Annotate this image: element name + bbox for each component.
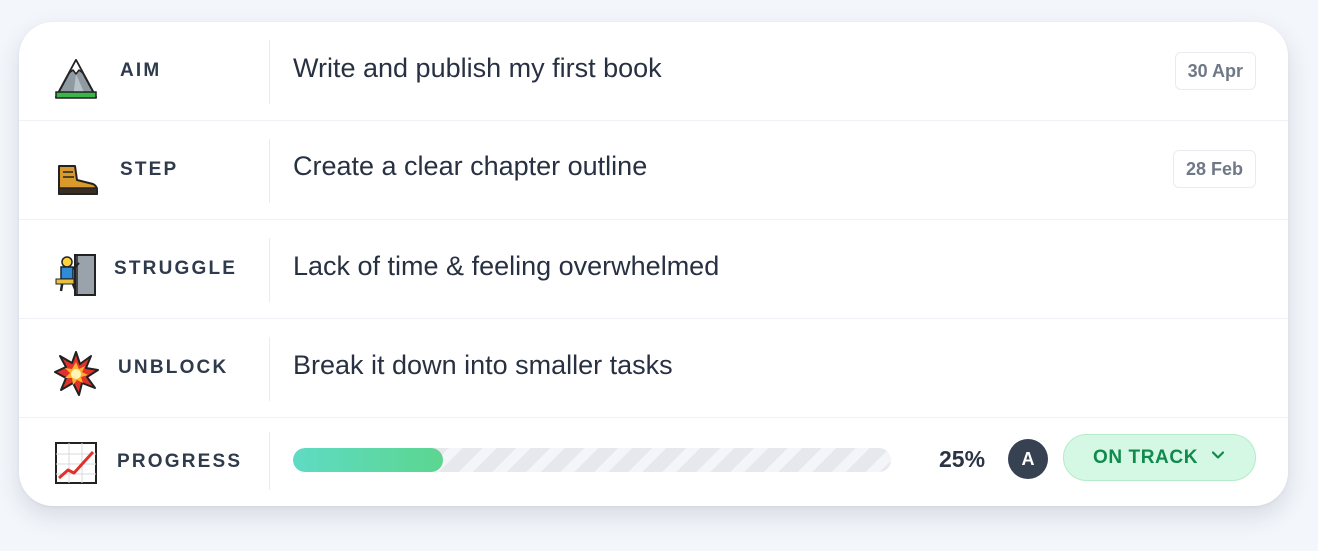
- struggle-row[interactable]: STRUGGLE Lack of time & feeling overwhel…: [19, 220, 1288, 319]
- divider: [269, 432, 270, 490]
- aim-date-badge[interactable]: 30 Apr: [1174, 52, 1256, 90]
- chart-increasing-icon: [53, 440, 99, 486]
- progress-label: PROGRESS: [117, 451, 243, 472]
- climber-icon: [53, 251, 99, 297]
- mountain-icon: [53, 54, 99, 100]
- progress-label-cell: PROGRESS: [19, 418, 269, 506]
- progress-row: PROGRESS 25% A ON TRACK: [19, 418, 1288, 506]
- aim-label-cell: AIM: [19, 22, 269, 120]
- step-date-badge[interactable]: 28 Feb: [1172, 150, 1256, 188]
- unblock-row[interactable]: UNBLOCK Break it down into smaller tasks: [19, 319, 1288, 418]
- struggle-text[interactable]: Lack of time & feeling overwhelmed: [293, 251, 719, 282]
- unblock-label: UNBLOCK: [118, 357, 229, 378]
- progress-bar-fill: [293, 448, 443, 472]
- aim-row[interactable]: AIM Write and publish my first book 30 A…: [19, 22, 1288, 121]
- step-label: STEP: [120, 159, 179, 180]
- aim-text[interactable]: Write and publish my first book: [293, 53, 662, 84]
- avatar[interactable]: A: [1008, 439, 1048, 479]
- aim-label: AIM: [120, 60, 162, 81]
- goal-card: AIM Write and publish my first book 30 A…: [19, 22, 1288, 506]
- explosion-icon: [53, 350, 99, 396]
- struggle-label: STRUGGLE: [114, 258, 238, 279]
- progress-percent: 25%: [939, 446, 986, 472]
- step-text[interactable]: Create a clear chapter outline: [293, 151, 647, 182]
- divider: [269, 238, 270, 302]
- chevron-down-icon: [1210, 447, 1226, 469]
- divider: [269, 139, 270, 203]
- unblock-label-cell: UNBLOCK: [19, 319, 269, 417]
- step-row[interactable]: STEP Create a clear chapter outline 28 F…: [19, 121, 1288, 220]
- progress-bar: [293, 448, 891, 472]
- boot-icon: [53, 152, 99, 198]
- unblock-text[interactable]: Break it down into smaller tasks: [293, 350, 673, 381]
- status-dropdown[interactable]: ON TRACK: [1063, 434, 1256, 481]
- divider: [269, 40, 270, 104]
- step-label-cell: STEP: [19, 121, 269, 219]
- status-label: ON TRACK: [1092, 446, 1199, 468]
- struggle-label-cell: STRUGGLE: [19, 220, 269, 318]
- divider: [269, 337, 270, 401]
